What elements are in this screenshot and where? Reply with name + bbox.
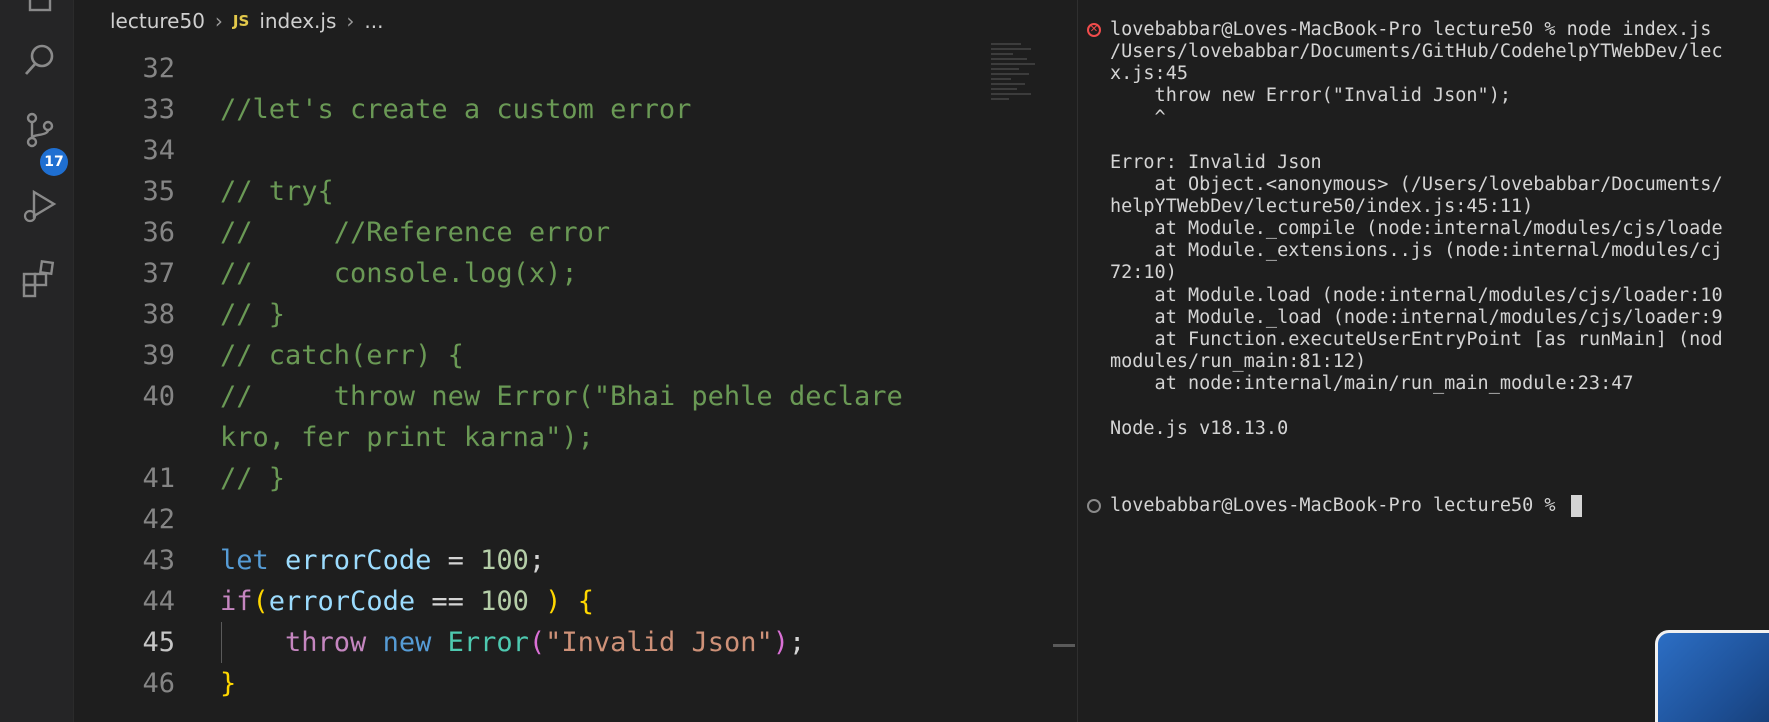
code-token: new [382,627,448,658]
terminal-line: at Module._extensions..js (node:internal… [1110,240,1723,261]
code-token: throw [285,627,383,658]
error-marker-icon: ✕ [1087,23,1101,37]
code-token: // try{ [220,176,334,207]
code-token: if [220,586,253,617]
code-token: "Invalid Json" [545,627,773,658]
terminal-line: throw new Error("Invalid Json"); [1110,85,1511,106]
breadcrumb-folder[interactable]: lecture50 [110,9,205,33]
breadcrumb-more[interactable]: ... [364,9,383,33]
line-source: let errorCode = 100; [220,540,545,581]
line-number: 39 [142,340,175,371]
line-source: // } [220,294,285,335]
editor[interactable]: lecture50 › JS index.js › ... 32 33 //let'… [75,0,1077,722]
code-token: // console.log(x); [220,258,578,289]
line-source: // try{ [220,171,334,212]
terminal-panel[interactable]: ✕ lovebabbar@Loves-MacBook-Pro lecture50… [1077,0,1769,722]
code-token: ) [772,627,789,658]
code-token: ; [528,545,546,576]
line-number: 46 [142,668,175,699]
terminal-line: at node:internal/main/run_main_module:23… [1110,373,1634,394]
source-control-icon[interactable] [18,108,62,152]
code-token: // } [220,299,286,330]
prompt-marker-icon [1087,499,1101,513]
run-debug-icon[interactable] [18,184,62,228]
line-number: 34 [142,135,175,166]
code-token: 100 [480,586,529,617]
code-token: = [431,545,481,576]
line-source: if(errorCode == 100 ) { [220,581,594,622]
code-token: // //Reference error [220,217,611,248]
line-source: // //Reference error [220,212,610,253]
chevron-right-icon: › [214,9,223,33]
line-source: // } [220,458,285,499]
line-source: //let's create a custom error [220,89,691,130]
line-number: 33 [142,94,175,125]
code-token: { [577,586,594,617]
code-token: // catch(err) { [220,340,464,371]
code-token: 100 [480,545,529,576]
code-token: ( [528,627,546,658]
extensions-icon[interactable] [18,256,62,300]
line-number: 43 [142,545,175,576]
terminal-line: /Users/lovebabbar/Documents/GitHub/Codeh… [1110,41,1723,62]
breadcrumb: lecture50 › JS index.js › ... [110,8,383,34]
line-number: 45 [142,627,175,658]
code-token: ) [528,586,562,617]
terminal-line: 72:10) [1110,262,1177,283]
minimap[interactable] [991,40,1043,140]
code-token: ( [252,586,269,617]
code-token: errorCode [285,545,432,576]
js-file-icon: JS [232,12,250,30]
line-number: 42 [142,504,175,535]
code-token: == [415,586,481,617]
code-token: kro, fer print karna"); [220,422,594,453]
line-source: // throw new Error("Bhai pehle declare [220,376,903,417]
activity-bar: 17 [0,0,74,722]
code-token: ; [789,627,806,658]
prompt-text: lovebabbar@Loves-MacBook-Pro lecture50 % [1110,495,1567,516]
scrollbar-marker [1053,644,1075,647]
line-number: 44 [142,586,175,617]
code-token: let [220,545,286,576]
breadcrumb-file[interactable]: index.js [259,9,336,33]
line-number: 36 [142,217,175,248]
terminal-cursor [1570,495,1582,517]
code-token: // throw new Error("Bhai pehle declare [220,381,903,412]
line-source: kro, fer print karna"); [220,417,594,458]
line-source: throw new Error("Invalid Json"); [220,622,805,663]
line-number: 32 [142,53,175,84]
search-icon[interactable] [18,38,62,82]
code-token: errorCode [268,586,416,617]
code-token: Error [447,627,529,658]
chevron-right-icon: › [346,9,355,33]
code-token: //let's create a custom error [220,94,692,125]
terminal-prompt[interactable]: lovebabbar@Loves-MacBook-Pro lecture50 % [1110,493,1582,518]
line-number: 41 [142,463,175,494]
line-source: // console.log(x); [220,253,578,294]
line-number: 35 [142,176,175,207]
code-token: // } [220,463,286,494]
line-number: 38 [142,299,175,330]
terminal-line: ^ [1110,107,1166,128]
line-source: // catch(err) { [220,335,464,376]
terminal-line: Node.js v18.13.0 [1110,418,1289,439]
line-source: } [220,663,236,704]
code-token: } [220,668,237,699]
line-number: 37 [142,258,175,289]
line-number: 40 [142,381,175,412]
webcam-overlay [1655,630,1769,722]
source-control-badge: 17 [40,148,68,176]
explorer-icon[interactable] [18,0,62,22]
